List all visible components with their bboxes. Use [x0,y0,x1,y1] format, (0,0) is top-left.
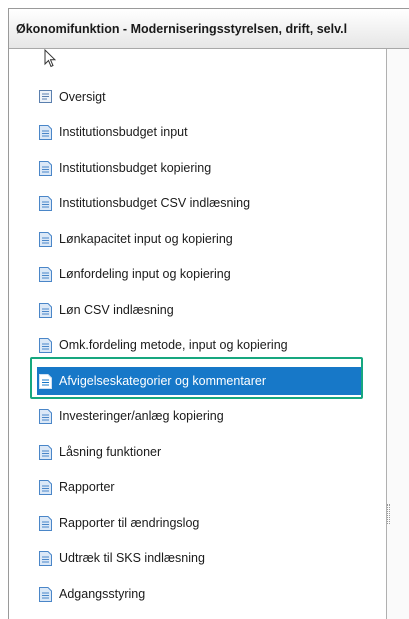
document-icon [39,231,52,247]
menu-item-udtraek-sks[interactable]: Udtræk til SKS indlæsning [39,544,205,572]
menu-item-label: Rapporter [59,480,115,494]
overview-icon [39,89,52,105]
menu-item-label: Institutionsbudget input [59,125,188,139]
mouse-cursor-icon [44,48,57,74]
menu-item-label: Afvigelseskategorier og kommentarer [59,374,267,388]
menu-item-omkfordeling[interactable]: Omk.fordeling metode, input og kopiering [39,331,288,359]
menu-item-oversigt[interactable]: Oversigt [39,83,106,111]
menu-item-label: Rapporter til ændringslog [59,516,200,530]
menu-item-label: Investeringer/anlæg kopiering [59,409,224,423]
document-icon [39,444,52,460]
menu-item-label: Lønfordeling input og kopiering [59,267,231,281]
menu-item-label: Omk.fordeling metode, input og kopiering [59,338,288,352]
document-icon [39,479,52,495]
menu-item-label: Oversigt [59,90,106,104]
document-icon [39,550,52,566]
menu-item-label: Institutionsbudget kopiering [59,161,212,175]
app-window: Økonomifunktion - Moderniseringsstyrelse… [8,8,409,619]
document-icon [39,408,52,424]
menu-item-label: Låsning funktioner [59,445,162,459]
menu-item-lonfordeling[interactable]: Lønfordeling input og kopiering [39,260,231,288]
menu-item-lon-csv[interactable]: Løn CSV indlæsning [39,296,174,324]
document-icon [39,586,52,602]
content-area [387,49,409,619]
document-icon [39,266,52,282]
menu-item-lasning[interactable]: Låsning funktioner [39,438,161,466]
menu-item-institutionsbudget-input[interactable]: Institutionsbudget input [39,118,188,146]
menu-item-institutionsbudget-kopiering[interactable]: Institutionsbudget kopiering [39,154,211,182]
window-title: Økonomifunktion - Moderniseringsstyrelse… [9,9,409,49]
menu-item-adgangsstyring[interactable]: Adgangsstyring [39,580,145,608]
menu-item-label: Udtræk til SKS indlæsning [59,551,205,565]
document-icon [39,124,52,140]
navigation-panel: Oversigt Institutionsbudget input Instit… [9,49,387,619]
document-icon [39,302,52,318]
menu-item-afvigelseskategorier[interactable]: Afvigelseskategorier og kommentarer [37,367,363,395]
document-icon [39,195,52,211]
menu-item-investeringer[interactable]: Investeringer/anlæg kopiering [39,402,224,430]
splitter-handle[interactable] [387,504,390,524]
document-icon [39,373,52,389]
menu-item-label: Adgangsstyring [59,587,146,601]
menu-item-rapporter[interactable]: Rapporter [39,473,115,501]
menu-item-label: Lønkapacitet input og kopiering [59,232,233,246]
menu-item-institutionsbudget-csv[interactable]: Institutionsbudget CSV indlæsning [39,189,250,217]
menu-item-lonkapacitet[interactable]: Lønkapacitet input og kopiering [39,225,233,253]
menu-item-rapporter-aendringslog[interactable]: Rapporter til ændringslog [39,509,199,537]
menu-item-label: Løn CSV indlæsning [59,303,174,317]
document-icon [39,515,52,531]
menu-item-label: Institutionsbudget CSV indlæsning [59,196,251,210]
document-icon [39,337,52,353]
document-icon [39,160,52,176]
